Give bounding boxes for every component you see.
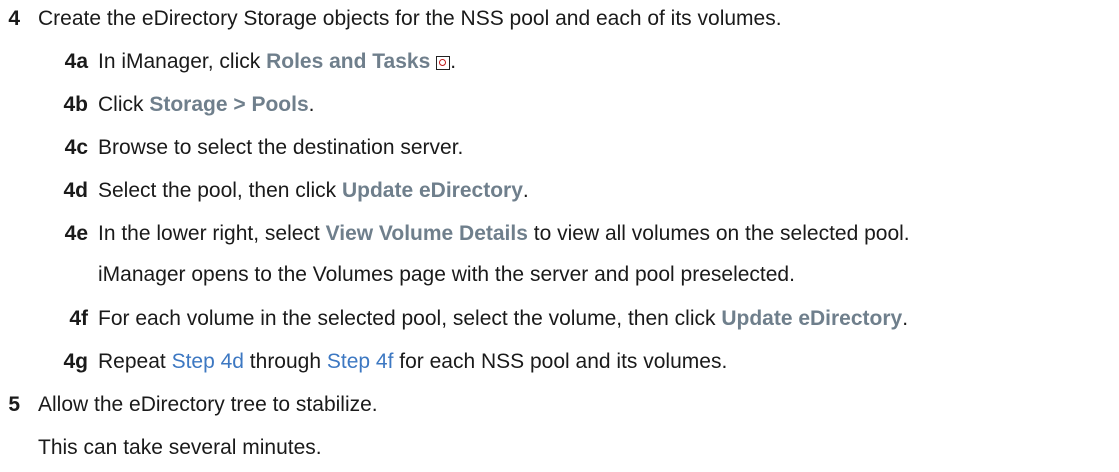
substep-text: Select the pool, then click Update eDire… [98, 178, 529, 204]
ui-label-update-edirectory: Update eDirectory [341, 179, 523, 202]
substep-text: Browse to select the destination server. [98, 136, 464, 159]
link-step-4d[interactable]: Step 4d [172, 350, 244, 373]
substep-text-pre: Select the pool, then click [98, 179, 342, 202]
substep-text: Repeat Step 4d through Step 4f for each … [98, 349, 727, 375]
substep-text-pre: Repeat [98, 350, 172, 373]
step-text: Create the eDirectory Storage objects fo… [38, 7, 782, 30]
substep-text: In the lower right, select View Volume D… [98, 221, 910, 247]
substep-text-post: to view all volumes on the selected pool… [527, 222, 910, 245]
substep-text-pre: In the lower right, select [98, 222, 326, 245]
substep-text-pre: In iManager, click [98, 50, 267, 73]
ui-label-roles-and-tasks: Roles and Tasks [266, 50, 431, 73]
step-text: Allow the eDirectory tree to stabilize. [38, 393, 378, 416]
substep-text: In iManager, click Roles and Tasks. [98, 49, 456, 75]
substep-4e-note: iManager opens to the Volumes page with … [98, 262, 795, 288]
step-number: 5 [8, 393, 20, 416]
substep-number: 4b [63, 93, 88, 116]
substep-text-mid: through [243, 350, 327, 373]
substep-text: For each volume in the selected pool, se… [98, 306, 908, 332]
substep-text: Click Storage > Pools. [98, 92, 314, 118]
step-5-note: This can take several minutes. [38, 435, 322, 461]
substep-number: 4g [63, 350, 88, 373]
step-note: This can take several minutes. [38, 436, 322, 459]
document-page: 4 Create the eDirectory Storage objects … [0, 0, 1119, 472]
substep-text-post: . [902, 307, 909, 330]
substep-text-post: for each NSS pool and its volumes. [393, 350, 728, 373]
ui-label-storage-pools: Storage > Pools [149, 93, 309, 116]
roles-and-tasks-icon [436, 56, 451, 70]
substep-number: 4a [64, 50, 88, 73]
substep-number: 4d [63, 179, 88, 202]
step-number: 4 [8, 7, 20, 30]
substep-number: 4e [64, 222, 88, 245]
link-step-4f[interactable]: Step 4f [327, 350, 394, 373]
substep-text-post: . [522, 179, 529, 202]
substep-note: iManager opens to the Volumes page with … [98, 263, 795, 286]
substep-text-pre: For each volume in the selected pool, se… [98, 307, 722, 330]
substep-number: 4f [69, 307, 88, 330]
ui-label-view-volume-details: View Volume Details [325, 222, 528, 245]
substep-text-post: . [450, 50, 457, 73]
substep-text-post: . [308, 93, 315, 116]
substep-text-pre: Click [98, 93, 150, 116]
ui-label-update-edirectory: Update eDirectory [721, 307, 903, 330]
substep-number: 4c [64, 136, 88, 159]
